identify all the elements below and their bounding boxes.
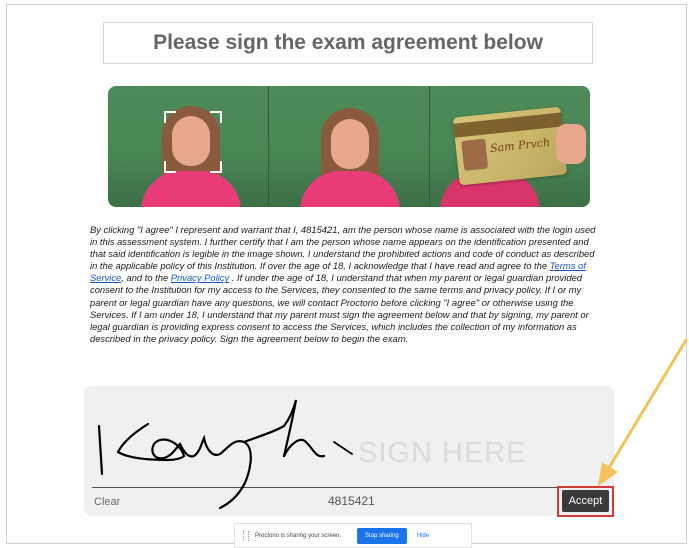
id-card-name: Sam Prvch — [489, 135, 551, 156]
face-photo-2 — [268, 86, 429, 207]
privacy-policy-link[interactable]: Privacy Policy — [171, 272, 229, 283]
face-detection-frame-icon — [164, 111, 222, 173]
share-bar-message: Proctorio is sharing your screen. — [255, 532, 342, 539]
hide-button[interactable]: Hide — [417, 533, 429, 539]
face-photo-1 — [108, 86, 268, 207]
agreement-text-part-2: , and to the — [121, 272, 171, 284]
screen-share-bar: Proctorio is sharing your screen. Stop s… — [234, 523, 472, 548]
agreement-text-part-1: By clicking "I agree" I represent and wa… — [90, 224, 596, 272]
id-card: Sam Prvch — [452, 106, 568, 186]
page-title-box: Please sign the exam agreement below — [103, 22, 593, 64]
verification-photos: Sam Prvch — [108, 86, 590, 207]
stop-sharing-button[interactable]: Stop sharing — [357, 527, 407, 544]
agreement-text: By clicking "I agree" I represent and wa… — [90, 224, 600, 345]
signature-stroke — [97, 399, 353, 510]
id-card-photo: Sam Prvch — [429, 86, 590, 207]
drag-handle-icon[interactable] — [243, 530, 249, 541]
page-title: Please sign the exam agreement below — [153, 31, 543, 54]
